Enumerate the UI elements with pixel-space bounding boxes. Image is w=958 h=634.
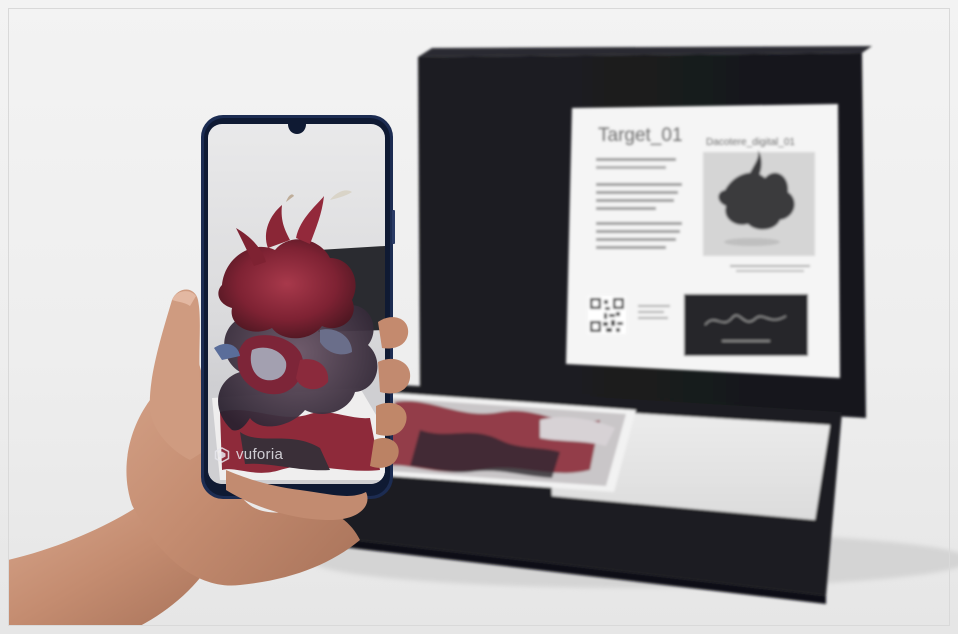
image-border [8,8,950,626]
photo-scene: Target_01 Dacotere_digital_01 vuforia [0,0,958,634]
